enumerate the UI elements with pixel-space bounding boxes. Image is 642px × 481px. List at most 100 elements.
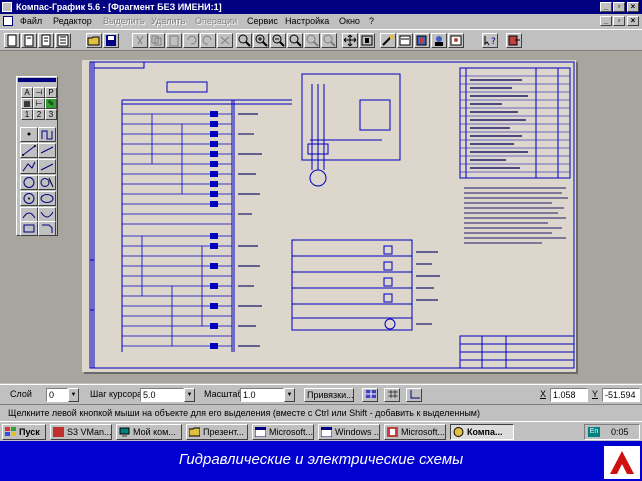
ellipse-icon[interactable] bbox=[38, 191, 56, 206]
x-coord-label: X bbox=[540, 389, 547, 399]
text-tool-icon[interactable]: A bbox=[21, 87, 33, 98]
language-indicator[interactable]: En bbox=[588, 427, 600, 437]
task-microsoft-1[interactable]: Microsoft... bbox=[252, 424, 314, 440]
segment-icon[interactable] bbox=[20, 143, 38, 158]
circle-icon[interactable] bbox=[20, 175, 38, 190]
chamfer-icon[interactable] bbox=[38, 221, 56, 236]
new-text-button[interactable] bbox=[38, 33, 54, 48]
task-microsoft-2[interactable]: Microsoft... bbox=[384, 424, 446, 440]
menu-file[interactable]: Файл bbox=[20, 15, 42, 27]
document-icon[interactable] bbox=[3, 16, 13, 26]
task-s3vman[interactable]: S3 VMan... bbox=[50, 424, 112, 440]
palette-tab-1[interactable]: 1 bbox=[21, 109, 33, 120]
dimension-tool-icon[interactable]: ⊣ bbox=[33, 87, 45, 98]
start-button[interactable]: Пуск bbox=[2, 424, 46, 440]
rectangle-icon[interactable] bbox=[20, 221, 38, 236]
scale-field[interactable]: 1.0 bbox=[240, 388, 284, 402]
zoom-window-icon[interactable] bbox=[236, 33, 252, 48]
x-coord-field[interactable]: 1.058 bbox=[550, 388, 588, 402]
menu-delete[interactable]: Удалить bbox=[151, 15, 185, 27]
menu-help[interactable]: ? bbox=[369, 15, 374, 27]
bezier-icon[interactable] bbox=[20, 207, 38, 222]
minimize-button[interactable]: _ bbox=[600, 2, 612, 12]
perpendicular-icon[interactable] bbox=[38, 159, 56, 174]
copy-icon[interactable] bbox=[149, 33, 165, 48]
palette-tab-2[interactable]: 2 bbox=[33, 109, 45, 120]
exit-icon[interactable] bbox=[506, 33, 522, 48]
cut-icon[interactable] bbox=[132, 33, 148, 48]
undo-icon[interactable] bbox=[183, 33, 199, 48]
snap-grid-icon[interactable] bbox=[362, 388, 378, 402]
task-my-computer[interactable]: Мой ком... bbox=[116, 424, 182, 440]
save-icon[interactable] bbox=[103, 33, 119, 48]
scale-dropdown-icon[interactable]: ▼ bbox=[284, 388, 295, 402]
point-tool-icon[interactable]: P bbox=[45, 87, 57, 98]
library-icon[interactable] bbox=[414, 33, 430, 48]
menu-operations[interactable]: Операции bbox=[195, 15, 237, 27]
circle-tangent-icon[interactable] bbox=[38, 175, 56, 190]
layer-field[interactable]: 0 bbox=[46, 388, 68, 402]
title-bar: Компас-График 5.6 - [Фрагмент БЕЗ ИМЕНИ:… bbox=[0, 0, 642, 14]
doc-minimize-button[interactable]: _ bbox=[600, 16, 612, 26]
edit-tool-icon[interactable]: ✎ bbox=[45, 98, 57, 109]
tool-palette: A ⊣ P ▦ ⊢ ✎ 1 2 3 bbox=[16, 76, 58, 236]
parallel-segment-icon[interactable] bbox=[38, 143, 56, 158]
doc-close-button[interactable]: × bbox=[627, 16, 639, 26]
manager-icon[interactable] bbox=[431, 33, 447, 48]
refresh-view-icon[interactable] bbox=[359, 33, 375, 48]
zoom-in-icon[interactable] bbox=[253, 33, 269, 48]
task-kompas[interactable]: Компа... bbox=[450, 424, 514, 440]
arc-icon[interactable] bbox=[20, 191, 38, 206]
open-folder-icon[interactable] bbox=[86, 33, 102, 48]
pan-icon[interactable] bbox=[342, 33, 358, 48]
menu-editor[interactable]: Редактор bbox=[53, 15, 92, 27]
zoom-all-icon[interactable] bbox=[321, 33, 337, 48]
snaps-button[interactable]: Привязки... bbox=[304, 388, 354, 402]
zoom-out-icon[interactable] bbox=[270, 33, 286, 48]
layer-label: Слой bbox=[10, 389, 32, 399]
task-presentation[interactable]: Презент... bbox=[186, 424, 248, 440]
folder-icon bbox=[189, 427, 200, 437]
new-spec-button[interactable] bbox=[55, 33, 71, 48]
ortho-mode-icon[interactable] bbox=[406, 388, 422, 402]
cursor-step-field[interactable]: 5.0 bbox=[140, 388, 184, 402]
redo-icon[interactable] bbox=[200, 33, 216, 48]
cursor-step-label: Шаг курсора bbox=[90, 389, 143, 399]
palette-tab-3[interactable]: 3 bbox=[45, 109, 57, 120]
close-button[interactable]: × bbox=[627, 2, 639, 12]
grid-icon[interactable] bbox=[384, 388, 400, 402]
drawing-sheet[interactable] bbox=[82, 60, 576, 372]
taskbar: Пуск S3 VMan... Мой ком... Презент... Mi… bbox=[0, 421, 642, 441]
measure-tool-icon[interactable]: ⊢ bbox=[33, 98, 45, 109]
menu-service[interactable]: Сервис bbox=[247, 15, 278, 27]
variables-icon[interactable] bbox=[380, 33, 396, 48]
menu-select[interactable]: Выделить bbox=[103, 15, 145, 27]
context-help-icon[interactable]: ? bbox=[482, 33, 498, 48]
new-fragment-button[interactable] bbox=[21, 33, 37, 48]
measure-icon[interactable] bbox=[448, 33, 464, 48]
auxiliary-line-icon[interactable] bbox=[38, 127, 56, 142]
task-windows[interactable]: Windows ... bbox=[318, 424, 380, 440]
palette-grip[interactable] bbox=[18, 78, 56, 82]
doc-maximize-button[interactable]: ▫ bbox=[613, 16, 625, 26]
spec-table bbox=[459, 67, 571, 179]
menu-settings[interactable]: Настройка bbox=[285, 15, 329, 27]
spline-icon[interactable] bbox=[38, 207, 56, 222]
new-sheet-button[interactable] bbox=[4, 33, 20, 48]
hatch-tool-icon[interactable]: ▦ bbox=[21, 98, 33, 109]
menu-window[interactable]: Окно bbox=[339, 15, 360, 27]
point-icon[interactable] bbox=[20, 127, 38, 142]
paste-icon[interactable] bbox=[166, 33, 182, 48]
polyline-icon[interactable] bbox=[20, 159, 38, 174]
calculator-icon[interactable] bbox=[397, 33, 413, 48]
svg-text:?: ? bbox=[491, 37, 496, 47]
banner-caption: Гидравлические и электрические схемы bbox=[178, 451, 464, 468]
zoom-previous-icon[interactable] bbox=[287, 33, 303, 48]
delete-icon[interactable] bbox=[217, 33, 233, 48]
zoom-next-icon[interactable] bbox=[304, 33, 320, 48]
layer-dropdown-icon[interactable]: ▼ bbox=[68, 388, 79, 402]
maximize-button[interactable]: ▫ bbox=[613, 2, 625, 12]
cursor-step-dropdown-icon[interactable]: ▼ bbox=[184, 388, 195, 402]
y-coord-field[interactable]: -51.594 bbox=[602, 388, 640, 402]
app-icon[interactable] bbox=[2, 2, 12, 12]
